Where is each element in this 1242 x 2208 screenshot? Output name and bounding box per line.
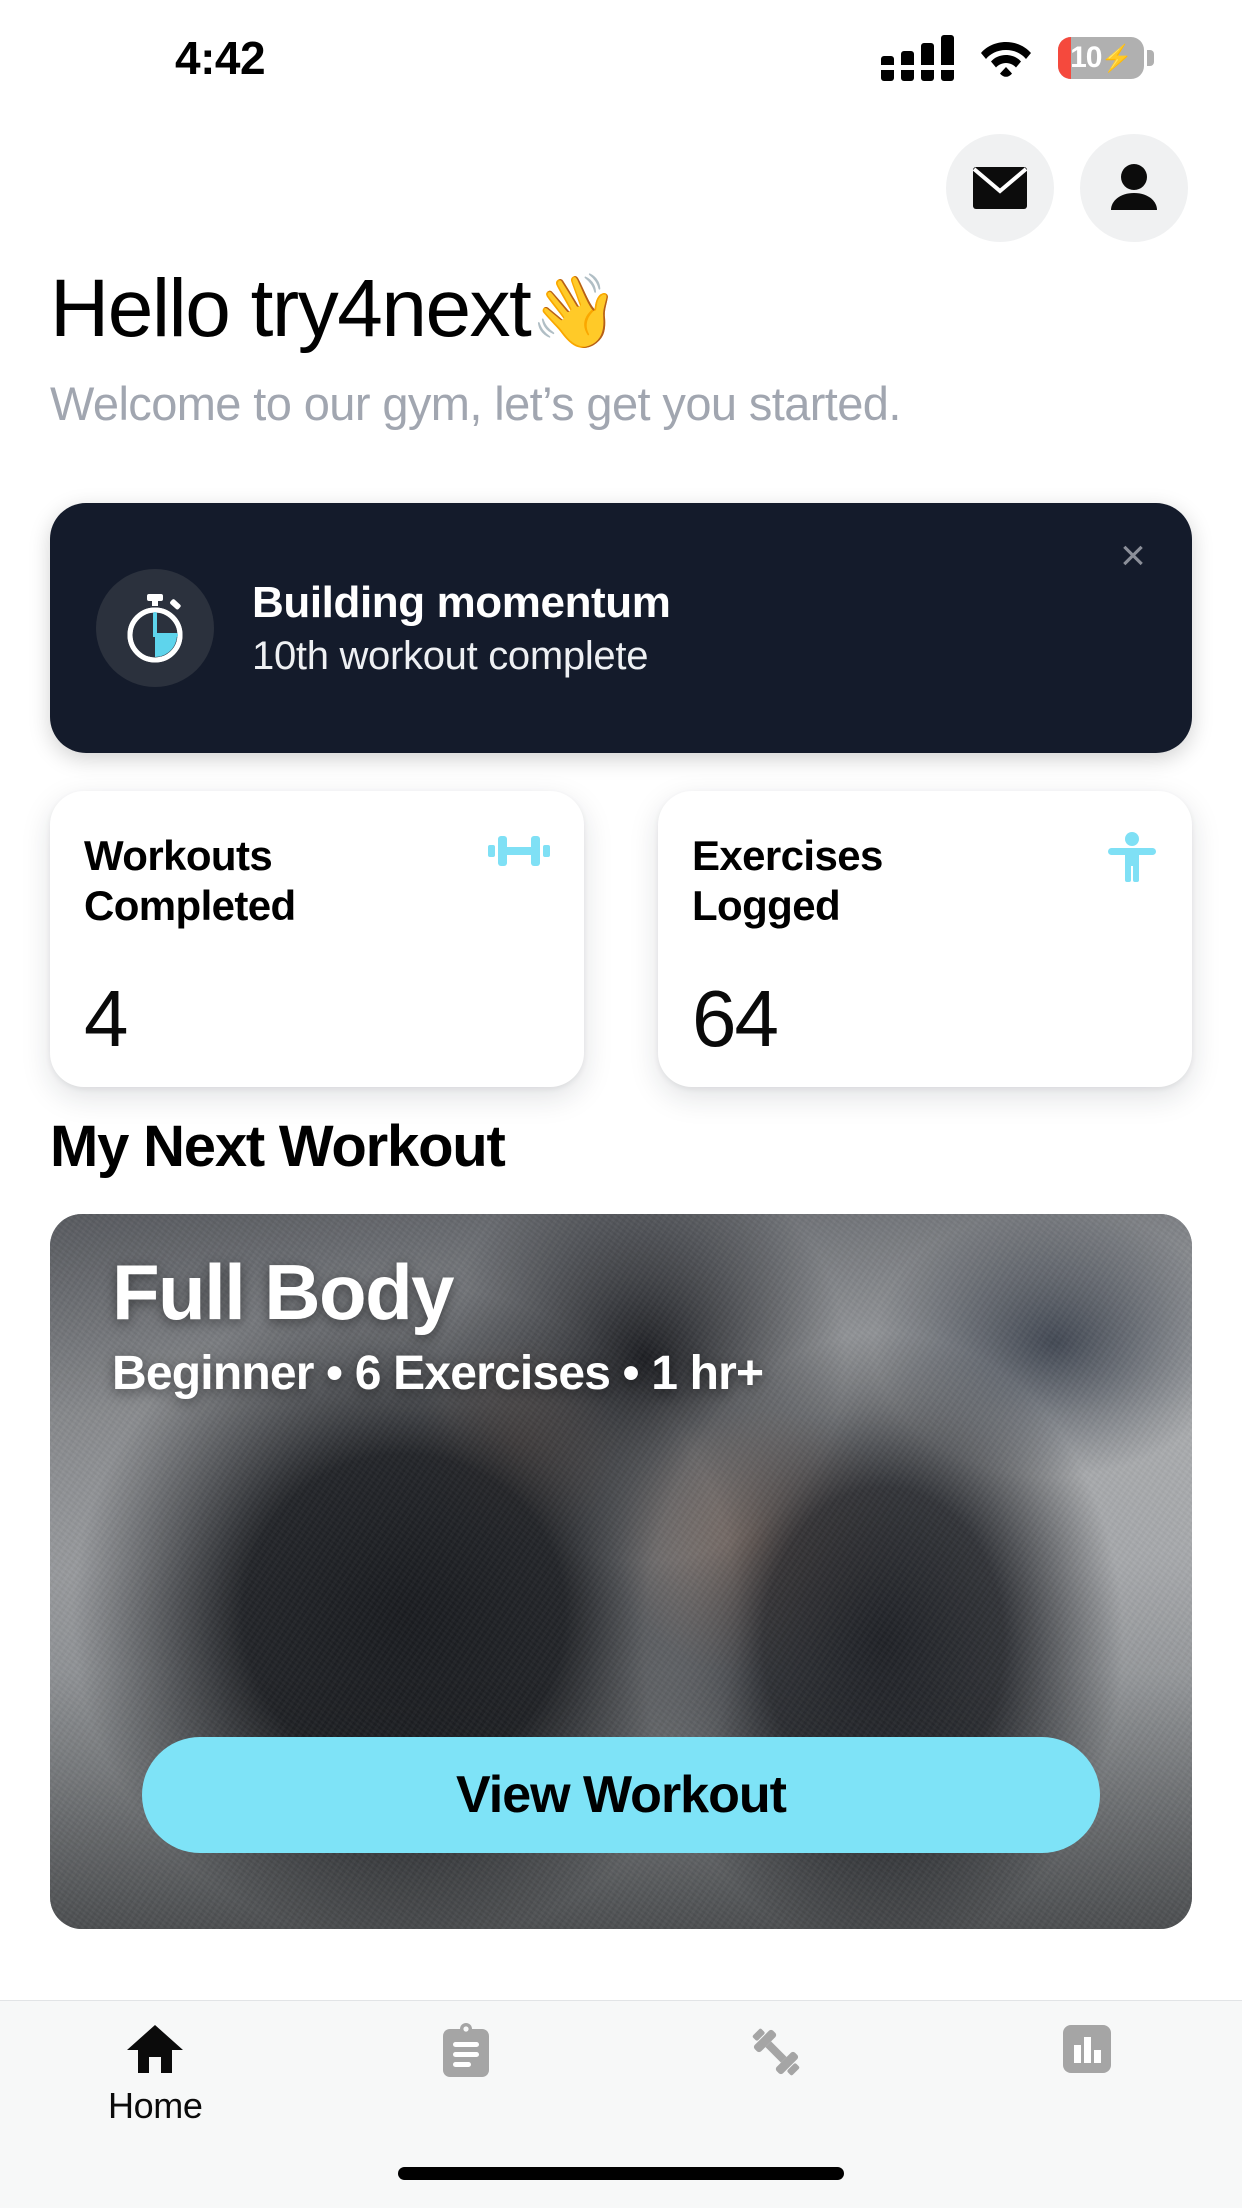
stat-label: Exercises Logged [692,832,883,929]
battery-icon: 10 ⚡ [1058,37,1154,79]
tab-home-label: Home [108,2085,203,2126]
stat-card-workouts-completed[interactable]: Workouts Completed 4 [50,791,584,1088]
stat-header: Workouts Completed [84,831,550,930]
greeting-block: Hello try4next👋 Welcome to our gym, let’… [0,242,1242,431]
momentum-badge [96,569,214,688]
status-time: 4:42 [175,32,266,84]
tab-home[interactable]: Home [0,2023,311,2127]
momentum-card[interactable]: × Building momentum 10th workout complet… [50,503,1192,754]
page-title: Hello try4next👋 [50,263,1192,354]
stat-label: Workouts Completed [84,832,296,929]
wifi-icon [981,42,1031,77]
home-icon [127,2025,184,2073]
dumbbell-icon [753,2028,800,2076]
header-actions [0,108,1242,242]
stopwatch-icon [127,594,183,663]
next-workout-card[interactable]: Full Body Beginner • 6 Exercises • 1 hr+… [50,1214,1192,1930]
section-title-next-workout: My Next Workout [50,1114,506,1180]
momentum-title: Building momentum [252,577,671,627]
profile-icon [1111,164,1157,210]
stats-bar-chart-icon [1062,2025,1111,2073]
charging-bolt-icon: ⚡ [1100,42,1133,73]
view-workout-button[interactable]: View Workout [142,1737,1100,1854]
mail-icon [972,167,1028,209]
tab-workouts[interactable] [621,2023,932,2091]
mail-button[interactable] [946,134,1054,242]
stat-card-exercises-logged[interactable]: Exercises Logged 64 [658,791,1192,1088]
stat-value: 64 [692,974,779,1064]
momentum-text: Building momentum 10th workout complete [252,577,671,680]
stat-value: 4 [84,974,129,1064]
momentum-subtitle: 10th workout complete [252,633,649,678]
status-indicators: 10 ⚡ [881,35,1154,81]
tab-plans[interactable] [311,2023,622,2089]
close-icon[interactable]: × [1106,529,1160,583]
greeting-subtitle: Welcome to our gym, let’s get you starte… [50,377,901,431]
cellular-signal-icon [881,35,954,81]
stats-row: Workouts Completed 4 Exercises Logged 64 [50,791,1192,1088]
clipboard-icon [442,2023,489,2077]
greeting-text: Hello try4next [50,263,532,354]
stat-header: Exercises Logged [692,831,1158,930]
bottom-navigation: Home [0,2000,1242,2208]
workout-info: Full Body Beginner • 6 Exercises • 1 hr+ [112,1248,764,1401]
barbell-icon [488,836,550,867]
workout-meta: Beginner • 6 Exercises • 1 hr+ [112,1347,764,1401]
home-indicator [398,2167,844,2180]
profile-button[interactable] [1080,134,1188,242]
battery-level: 10 [1070,41,1102,74]
tab-stats[interactable] [932,2023,1242,2085]
status-bar: 4:42 10 ⚡ [0,0,1242,108]
wave-emoji: 👋 [530,272,620,352]
app-screen: 4:42 10 ⚡ Hello try4next👋 Welcome to our… [0,0,1242,2208]
workout-title: Full Body [112,1248,455,1337]
person-exercise-icon [1108,832,1156,883]
view-workout-label: View Workout [456,1766,787,1825]
